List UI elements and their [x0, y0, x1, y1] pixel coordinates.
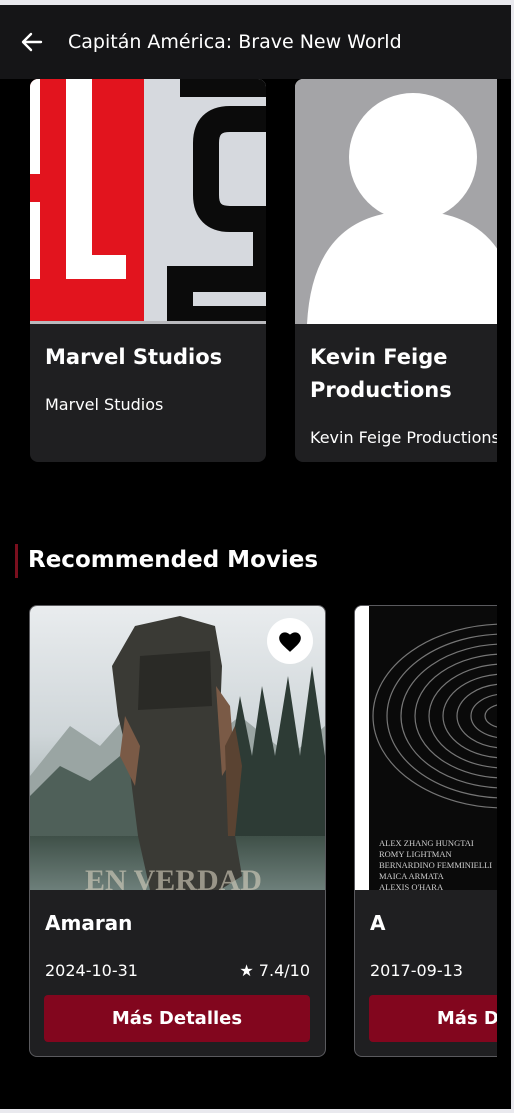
company-logo-image	[30, 79, 266, 324]
company-subtitle: Marvel Studios	[45, 395, 164, 414]
arrow-left-icon	[21, 32, 43, 52]
movie-poster: ALEX ZHANG HUNGTAI ROMY LIGHTMAN BERNARD…	[355, 606, 497, 890]
poster-credit-3: BERNARDINO FEMMINIELLI	[379, 860, 492, 870]
company-card-kevin-feige-productions[interactable]: Kevin Feige Productions Kevin Feige Prod…	[295, 79, 497, 462]
company-name: Marvel Studios	[45, 345, 223, 369]
window-bottom-border	[0, 1109, 514, 1113]
poster-caption-text: EN VERDAD	[85, 864, 262, 890]
company-card-marvel-studios[interactable]: Marvel Studios Marvel Studios	[30, 79, 266, 462]
section-title: Recommended Movies	[28, 547, 319, 573]
more-details-button[interactable]: Más Detalles	[44, 995, 310, 1042]
app-bar: Capitán América: Brave New World	[0, 5, 511, 79]
back-button[interactable]	[17, 27, 47, 57]
more-details-button[interactable]: Más Detalles	[369, 995, 497, 1042]
poster-credit-4: MAICA ARMATA	[379, 871, 445, 881]
person-placeholder-icon	[295, 79, 497, 324]
poster-credit-2: ROMY LIGHTMAN	[379, 849, 452, 859]
company-subtitle: Kevin Feige Productions	[310, 428, 497, 447]
company-name: Kevin Feige Productions	[310, 345, 452, 402]
movie-card-a[interactable]: ALEX ZHANG HUNGTAI ROMY LIGHTMAN BERNARD…	[354, 605, 497, 1057]
favorite-button[interactable]	[267, 618, 313, 664]
movie-title: A	[370, 911, 386, 935]
heart-icon	[279, 632, 301, 652]
movie-release-date: 2024-10-31	[45, 961, 138, 980]
poster-credit-5: ALEXIS O'HARA	[379, 882, 444, 890]
movie-rating: ★ 7.4/10	[239, 961, 310, 980]
movie-title: Amaran	[45, 911, 133, 935]
poster-credit-1: ALEX ZHANG HUNGTAI	[379, 838, 474, 848]
page-title: Capitán América: Brave New World	[68, 31, 402, 53]
section-accent-bar	[15, 544, 18, 578]
movie-card-amaran[interactable]: EN VERDAD Amaran 2024-10-31 ★ 7.4/10 Más…	[29, 605, 326, 1057]
movie-release-date: 2017-09-13	[370, 961, 463, 980]
content-scroll-area[interactable]: Marvel Studios Marvel Studios Kevin Feig…	[0, 79, 497, 1109]
